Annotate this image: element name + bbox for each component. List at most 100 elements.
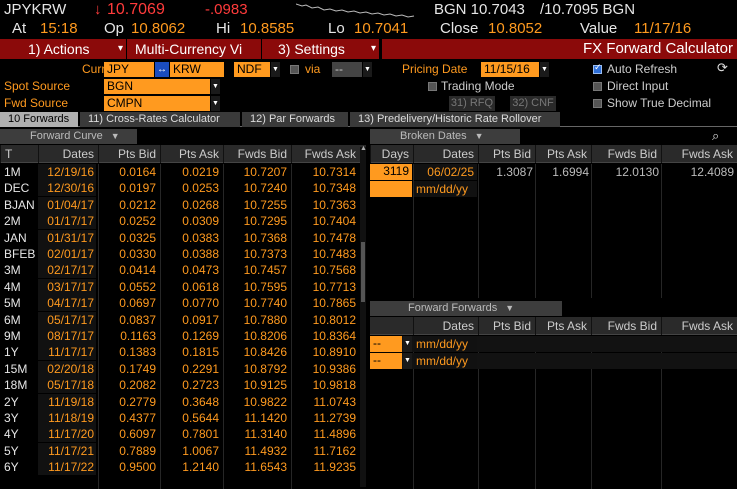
fwds-bid-cell: 10.8792 [243,361,287,376]
date-input[interactable]: mm/dd/yy [414,336,477,352]
table-row[interactable]: 3M 02/17/17 0.0414 0.0473 10.7457 10.7568 [0,262,365,279]
date-cell[interactable]: 01/17/17 [38,213,96,230]
table-row[interactable]: 5M 04/17/17 0.0697 0.0770 10.7740 10.7865 [0,295,365,312]
date-cell[interactable]: 08/17/17 [38,328,96,344]
broken-dates-title[interactable]: Broken Dates ▼ [370,129,520,144]
table-row[interactable]: 4Y 11/17/20 0.6097 0.7801 11.3140 11.4896 [0,426,365,443]
spot-source-dropdown-icon[interactable]: ▼ [211,79,220,94]
pts-bid-cell: 0.1383 [119,345,156,360]
low-value: 10.7041 [354,20,409,37]
chevron-down-icon: ▼ [505,303,515,313]
table-row[interactable]: BFEB 02/01/17 0.0330 0.0388 10.7373 10.7483 [0,246,365,262]
table-row[interactable]: 5Y 11/17/21 0.7889 1.0067 11.4932 11.7162 [0,442,365,459]
tenor-select[interactable]: -- [370,336,402,352]
tab-par-forwards[interactable]: 12) Par Forwards [242,112,348,127]
date-input-empty[interactable]: mm/dd/yy [414,181,477,197]
date-cell[interactable]: 02/17/17 [38,262,96,279]
days-input[interactable]: 3119 [370,164,412,180]
table-row[interactable]: 4M 03/17/17 0.0552 0.0618 10.7595 10.7713 [0,278,365,295]
date-input[interactable]: 06/02/25 [414,164,477,180]
rfq-button[interactable]: 31) RFQ [449,96,495,111]
date-input[interactable]: mm/dd/yy [414,353,477,369]
table-row[interactable]: 18M 05/17/18 0.2082 0.2723 10.9125 10.9818 [0,377,365,394]
date-cell[interactable]: 12/19/16 [38,164,96,180]
tenor-dropdown-icon[interactable]: ▼ [403,336,412,352]
scroll-thumb[interactable] [361,242,365,302]
via-select[interactable]: -- [332,62,362,77]
search-icon[interactable]: ⌕ [712,128,719,144]
fwds-bid-cell: 11.3140 [244,427,288,442]
multi-currency-menu[interactable]: Multi-Currency Vi [127,39,261,59]
fwds-bid-cell: 10.7457 [243,263,287,278]
refresh-icon[interactable]: ⟳ [717,60,728,76]
pts-bid-cell: 0.0164 [119,165,156,179]
date-cell[interactable]: 03/17/17 [38,278,96,295]
direct-input-checkbox[interactable] [593,82,602,91]
date-cell[interactable]: 02/01/17 [38,246,96,262]
date-cell[interactable]: 11/17/17 [38,344,96,361]
date-cell[interactable]: 11/17/20 [38,426,96,443]
via-checkbox[interactable] [290,65,299,74]
ndf-dropdown-icon[interactable]: ▼ [271,62,280,77]
table-row[interactable]: 15M 02/20/18 0.1749 0.2291 10.8792 10.9386 [0,360,365,377]
table-row[interactable]: 9M 08/17/17 0.1163 0.1269 10.8206 10.8364 [0,328,365,344]
pts-bid-cell: 0.0325 [119,230,156,245]
cnf-button[interactable]: 32) CNF [510,96,556,111]
fwd-source-select[interactable]: CMPN [104,96,210,111]
table-row[interactable]: DEC 12/30/16 0.0197 0.0253 10.7240 10.7348 [0,180,365,197]
date-cell[interactable]: 02/20/18 [38,360,96,377]
tab-predelivery[interactable]: 13) Predelivery/Historic Rate Rollover [350,112,560,127]
tenor-cell: 5M [4,296,21,311]
pts-ask-cell: 0.2723 [182,378,219,393]
table-row[interactable]: 6M 05/17/17 0.0837 0.0917 10.7880 10.8012 [0,311,365,328]
days-input-empty[interactable] [370,181,412,197]
currency-2-input[interactable]: KRW [170,62,224,77]
date-cell[interactable]: 05/17/17 [38,311,96,328]
tenor-dropdown-icon[interactable]: ▼ [403,353,412,369]
tab-forwards[interactable]: 10 Forwards [0,112,78,127]
table-row[interactable]: JAN 01/31/17 0.0325 0.0383 10.7368 10.7478 [0,229,365,246]
table-row[interactable]: 6Y 11/17/22 0.9500 1.2140 11.6543 11.9235 [0,459,365,476]
tenor-select[interactable]: -- [370,353,402,369]
date-cell[interactable]: 11/19/18 [38,393,96,410]
fwd-source-dropdown-icon[interactable]: ▼ [211,96,220,111]
date-cell[interactable]: 01/04/17 [38,196,96,213]
date-cell[interactable]: 11/18/19 [38,410,96,426]
actions-menu[interactable]: 1) Actions ▾ [0,39,126,59]
pts-bid-cell: 0.2779 [119,394,156,409]
swap-currencies-icon[interactable]: ↔ [155,62,169,77]
show-true-decimal-checkbox[interactable] [593,99,602,108]
table-row[interactable]: 2Y 11/19/18 0.2779 0.3648 10.9822 11.0743 [0,393,365,410]
date-cell[interactable]: 04/17/17 [38,295,96,312]
pricing-date-input[interactable]: 11/15/16 [481,62,539,77]
forward-curve-scrollbar[interactable]: ▲ [360,145,367,487]
date-cell[interactable]: 01/31/17 [38,229,96,246]
tab-cross-rates[interactable]: 11) Cross-Rates Calculator [80,112,240,127]
chevron-down-icon: ▼ [474,131,484,141]
date-cell[interactable]: 11/17/21 [38,442,96,459]
forward-forwards-title[interactable]: Forward Forwards ▼ [370,301,562,316]
pts-ask-cell: 0.1269 [182,329,219,343]
table-row[interactable]: 2M 01/17/17 0.0252 0.0309 10.7295 10.7404 [0,213,365,230]
spot-source-select[interactable]: BGN [104,79,210,94]
pts-ask-cell: 0.0770 [182,296,219,311]
forward-curve-title[interactable]: Forward Curve ▼ [0,129,137,144]
scroll-up-icon[interactable]: ▲ [360,145,367,152]
bgn-ask: /10.7095 BGN [540,1,636,18]
calendar-dropdown-icon[interactable]: ▼ [540,62,549,77]
ndf-select[interactable]: NDF [234,62,270,77]
table-row[interactable]: 3Y 11/18/19 0.4377 0.5644 11.1420 11.2739 [0,410,365,426]
auto-refresh-checkbox[interactable] [593,62,602,74]
tenor-cell: 9M [4,329,21,343]
via-dropdown-icon[interactable]: ▼ [363,62,372,77]
fwds-ask-cell: 10.8910 [312,345,356,360]
currency-1-input[interactable]: JPY [104,62,154,77]
settings-menu[interactable]: 3) Settings ▾ [262,39,379,59]
date-cell[interactable]: 12/30/16 [38,180,96,197]
date-cell[interactable]: 05/17/18 [38,377,96,394]
table-row[interactable]: BJAN 01/04/17 0.0212 0.0268 10.7255 10.7363 [0,196,365,213]
table-row[interactable]: 1M 12/19/16 0.0164 0.0219 10.7207 10.7314 [0,164,365,180]
table-row[interactable]: 1Y 11/17/17 0.1383 0.1815 10.8426 10.8910 [0,344,365,361]
date-cell[interactable]: 11/17/22 [38,459,96,476]
trading-mode-checkbox[interactable] [428,82,437,91]
